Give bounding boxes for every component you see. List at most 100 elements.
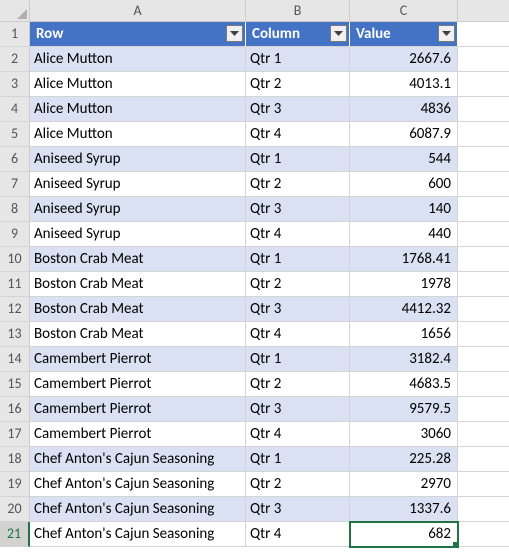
cell-C8[interactable]: 140	[350, 197, 458, 222]
cell-C14[interactable]: 3182.4	[350, 347, 458, 372]
cell-A12[interactable]: Boston Crab Meat	[30, 297, 246, 322]
row-header-13[interactable]: 13	[0, 322, 30, 347]
column-header-B[interactable]: B	[246, 0, 350, 22]
row-header-15[interactable]: 15	[0, 372, 30, 397]
cell-C12[interactable]: 4412.32	[350, 297, 458, 322]
cell-C6[interactable]: 544	[350, 147, 458, 172]
cell-B2[interactable]: Qtr 1	[246, 47, 350, 72]
cell-D10[interactable]	[458, 247, 509, 272]
cell-C4[interactable]: 4836	[350, 97, 458, 122]
row-header-14[interactable]: 14	[0, 347, 30, 372]
cell-A16[interactable]: Camembert Pierrot	[30, 397, 246, 422]
cell-B12[interactable]: Qtr 3	[246, 297, 350, 322]
cell-C7[interactable]: 600	[350, 172, 458, 197]
cell-A21[interactable]: Chef Anton's Cajun Seasoning	[30, 522, 246, 547]
cell-D16[interactable]	[458, 397, 509, 422]
row-header-19[interactable]: 19	[0, 472, 30, 497]
cell-A5[interactable]: Alice Mutton	[30, 122, 246, 147]
column-header-D[interactable]	[458, 0, 509, 22]
cell-B14[interactable]: Qtr 1	[246, 347, 350, 372]
row-header-9[interactable]: 9	[0, 222, 30, 247]
cell-D7[interactable]	[458, 172, 509, 197]
column-header-A[interactable]: A	[30, 0, 246, 22]
cell-D2[interactable]	[458, 47, 509, 72]
row-header-7[interactable]: 7	[0, 172, 30, 197]
cell-B9[interactable]: Qtr 4	[246, 222, 350, 247]
cell-B18[interactable]: Qtr 1	[246, 447, 350, 472]
cell-B21[interactable]: Qtr 4	[246, 522, 350, 547]
cell-D6[interactable]	[458, 147, 509, 172]
cell-B7[interactable]: Qtr 2	[246, 172, 350, 197]
row-header-6[interactable]: 6	[0, 147, 30, 172]
row-header-3[interactable]: 3	[0, 72, 30, 97]
cell-D11[interactable]	[458, 272, 509, 297]
cell-C9[interactable]: 440	[350, 222, 458, 247]
row-header-21[interactable]: 21	[0, 522, 30, 547]
cell-A14[interactable]: Camembert Pierrot	[30, 347, 246, 372]
cell-A6[interactable]: Aniseed Syrup	[30, 147, 246, 172]
column-header-C[interactable]: C	[350, 0, 458, 22]
row-header-5[interactable]: 5	[0, 122, 30, 147]
filter-button-value[interactable]	[438, 25, 455, 42]
cell-C17[interactable]: 3060	[350, 422, 458, 447]
cell-D4[interactable]	[458, 97, 509, 122]
cell-B6[interactable]: Qtr 1	[246, 147, 350, 172]
row-header-16[interactable]: 16	[0, 397, 30, 422]
cell-B20[interactable]: Qtr 3	[246, 497, 350, 522]
cell-C21[interactable]: 682	[350, 522, 458, 547]
cell-A7[interactable]: Aniseed Syrup	[30, 172, 246, 197]
cell-D14[interactable]	[458, 347, 509, 372]
row-header-12[interactable]: 12	[0, 297, 30, 322]
cell-B19[interactable]: Qtr 2	[246, 472, 350, 497]
row-header-11[interactable]: 11	[0, 272, 30, 297]
row-header-2[interactable]: 2	[0, 47, 30, 72]
cell-A2[interactable]: Alice Mutton	[30, 47, 246, 72]
cell-C10[interactable]: 1768.41	[350, 247, 458, 272]
cell-C5[interactable]: 6087.9	[350, 122, 458, 147]
cell-C19[interactable]: 2970	[350, 472, 458, 497]
cell-A3[interactable]: Alice Mutton	[30, 72, 246, 97]
cell-B5[interactable]: Qtr 4	[246, 122, 350, 147]
row-header-4[interactable]: 4	[0, 97, 30, 122]
cell-A20[interactable]: Chef Anton's Cajun Seasoning	[30, 497, 246, 522]
cell-A19[interactable]: Chef Anton's Cajun Seasoning	[30, 472, 246, 497]
cell-A17[interactable]: Camembert Pierrot	[30, 422, 246, 447]
row-header-1[interactable]: 1	[0, 22, 30, 47]
cell-D20[interactable]	[458, 497, 509, 522]
row-header-20[interactable]: 20	[0, 497, 30, 522]
cell-B15[interactable]: Qtr 2	[246, 372, 350, 397]
cell-D21[interactable]	[458, 522, 509, 547]
cell-C20[interactable]: 1337.6	[350, 497, 458, 522]
cell-B3[interactable]: Qtr 2	[246, 72, 350, 97]
cell-A18[interactable]: Chef Anton's Cajun Seasoning	[30, 447, 246, 472]
cell-A11[interactable]: Boston Crab Meat	[30, 272, 246, 297]
cell-D3[interactable]	[458, 72, 509, 97]
cell-B4[interactable]: Qtr 3	[246, 97, 350, 122]
cell-D12[interactable]	[458, 297, 509, 322]
row-header-18[interactable]: 18	[0, 447, 30, 472]
cell-D8[interactable]	[458, 197, 509, 222]
cell-A8[interactable]: Aniseed Syrup	[30, 197, 246, 222]
cell-D17[interactable]	[458, 422, 509, 447]
row-header-17[interactable]: 17	[0, 422, 30, 447]
cell-D9[interactable]	[458, 222, 509, 247]
cell-D18[interactable]	[458, 447, 509, 472]
cell-B8[interactable]: Qtr 3	[246, 197, 350, 222]
table-header-row[interactable]: Row	[30, 22, 246, 47]
select-all-button[interactable]	[0, 0, 30, 22]
cell-B10[interactable]: Qtr 1	[246, 247, 350, 272]
cell-D15[interactable]	[458, 372, 509, 397]
cell-A15[interactable]: Camembert Pierrot	[30, 372, 246, 397]
filter-button-column[interactable]	[330, 25, 347, 42]
cell-D19[interactable]	[458, 472, 509, 497]
cell-A4[interactable]: Alice Mutton	[30, 97, 246, 122]
cell-A10[interactable]: Boston Crab Meat	[30, 247, 246, 272]
cell-A9[interactable]: Aniseed Syrup	[30, 222, 246, 247]
cell-C16[interactable]: 9579.5	[350, 397, 458, 422]
table-header-value[interactable]: Value	[350, 22, 458, 47]
row-header-10[interactable]: 10	[0, 247, 30, 272]
cell-D5[interactable]	[458, 122, 509, 147]
cell-C2[interactable]: 2667.6	[350, 47, 458, 72]
cell-C18[interactable]: 225.28	[350, 447, 458, 472]
cell-B16[interactable]: Qtr 3	[246, 397, 350, 422]
